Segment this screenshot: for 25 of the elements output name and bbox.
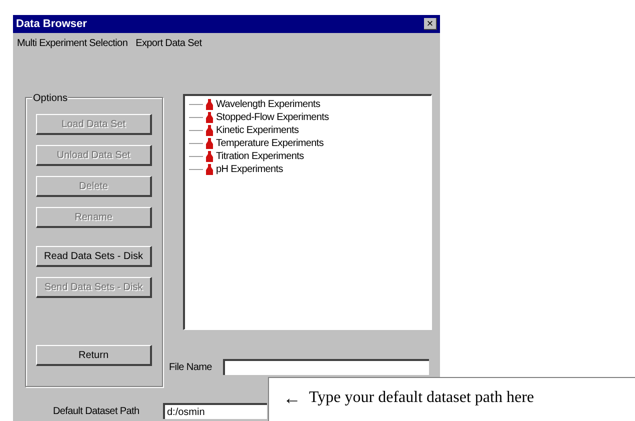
flask-icon (206, 112, 213, 123)
option-button[interactable]: Return (36, 345, 152, 366)
window-title: Data Browser (16, 16, 87, 32)
tree-item[interactable]: pH Experiments (216, 162, 283, 177)
menu-item[interactable]: Export Data Set (136, 36, 202, 51)
flask-icon (206, 164, 213, 175)
arrow-glyph: ← (283, 388, 301, 408)
flask-icon (206, 138, 213, 149)
tree-item[interactable]: Temperature Experiments (216, 136, 324, 151)
option-button[interactable]: Read Data Sets - Disk (36, 246, 152, 267)
tree-item[interactable]: Stopped-Flow Experiments (216, 110, 329, 125)
tree-item[interactable]: Wavelength Experiments (216, 97, 320, 112)
tree-item[interactable]: Kinetic Experiments (216, 123, 299, 138)
close-button[interactable]: × (424, 18, 437, 30)
dataset-path-field[interactable]: d:/osmin (163, 403, 267, 419)
group-label: Options (32, 91, 68, 106)
callout-text: Type your default dataset path here (309, 388, 534, 408)
flask-icon (206, 151, 213, 162)
file-name-field[interactable] (223, 359, 429, 375)
tree-item[interactable]: Titration Experiments (216, 149, 304, 164)
flask-icon (206, 125, 213, 136)
menu-item[interactable]: Multi Experiment Selection (17, 36, 128, 51)
field-label: File Name (169, 360, 213, 374)
flask-icon (206, 99, 213, 110)
field-label: Default Dataset Path (53, 404, 140, 418)
